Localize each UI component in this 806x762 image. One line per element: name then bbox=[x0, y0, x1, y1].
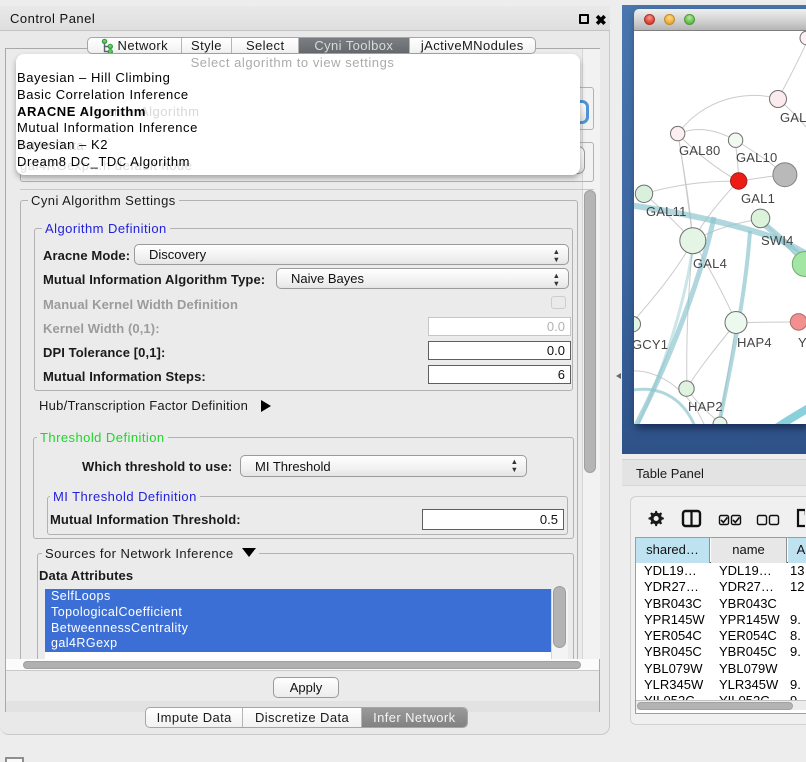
svg-text:GAL10: GAL10 bbox=[736, 150, 777, 165]
svg-text:HAP4: HAP4 bbox=[737, 335, 772, 350]
svg-text:GAL80: GAL80 bbox=[679, 143, 720, 158]
svg-text:SWI4: SWI4 bbox=[761, 233, 794, 248]
svg-text:GAL11: GAL11 bbox=[646, 204, 687, 219]
svg-text:HAP2: HAP2 bbox=[688, 399, 723, 414]
svg-text:Y: Y bbox=[798, 335, 806, 350]
svg-text:GAL1: GAL1 bbox=[741, 191, 775, 206]
svg-text:GAL4: GAL4 bbox=[693, 256, 727, 271]
svg-text:GAL: GAL bbox=[780, 110, 806, 125]
svg-text:GCY1: GCY1 bbox=[634, 337, 668, 352]
